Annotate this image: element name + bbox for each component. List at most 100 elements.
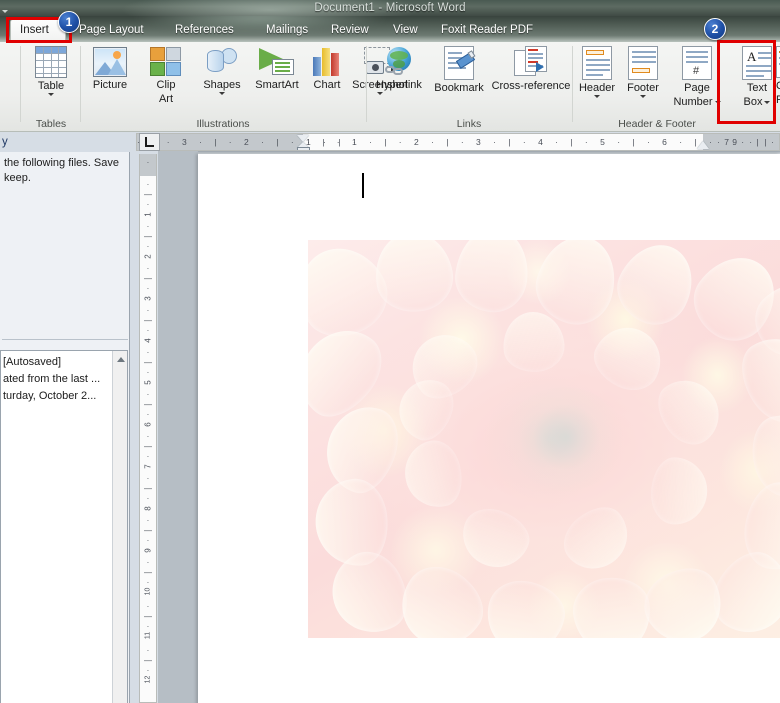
cross-reference-command[interactable]: Cross-reference: [490, 44, 572, 92]
v-ruler-3: 3: [143, 296, 153, 301]
v-ruler-8: 8: [143, 506, 153, 511]
text-box-label-2: Box: [734, 96, 780, 108]
ribbon-tab-strip: Insert Page Layout References Mailings R…: [0, 16, 780, 42]
hyperlink-label: Hyperlink: [376, 79, 422, 91]
text-box-word: Box: [743, 96, 763, 108]
picture-icon: [93, 47, 127, 77]
chevron-down-icon[interactable]: [640, 95, 646, 98]
page-number-word: Number: [673, 96, 713, 108]
quick-parts-command-cutoff[interactable]: Q P: [776, 44, 780, 106]
tab-mailings[interactable]: Mailings: [257, 18, 317, 42]
picture-command[interactable]: Picture: [82, 44, 138, 91]
header-icon: [582, 46, 612, 80]
tab-references[interactable]: References: [166, 18, 243, 42]
annotation-badge-2: 2: [704, 18, 726, 40]
v-ruler-5: 5: [143, 380, 153, 385]
tab-foxit-reader-pdf[interactable]: Foxit Reader PDF: [432, 18, 542, 42]
chevron-down-icon[interactable]: [594, 95, 600, 98]
pane-description: the following files. Save keep.: [4, 157, 119, 184]
list-item[interactable]: ated from the last ...: [3, 372, 100, 386]
ribbon-group-tables: Table Tables: [22, 42, 80, 132]
chevron-down-icon[interactable]: [219, 92, 225, 95]
header-command[interactable]: Header: [574, 44, 620, 98]
tab-page-layout[interactable]: Page Layout: [70, 18, 153, 42]
horizontal-ruler[interactable]: · | · 3 · | · 2 · | · 1 · | · · | · 1 · …: [136, 133, 780, 151]
bookmark-icon: [444, 46, 476, 80]
h-ruler-page-ticks: · | · 1 · | · 2 · | · 3 · | · 4 · | · 5 …: [307, 137, 780, 147]
window-title: Document1 - Microsoft Word: [314, 2, 466, 14]
clip-art-label-1: Clip: [156, 79, 176, 91]
quick-parts-label-2: P: [776, 94, 780, 106]
first-line-indent-marker[interactable]: [297, 135, 309, 142]
text-box-label-1: Text: [746, 82, 768, 94]
word-application-window: Document1 - Microsoft Word Insert Page L…: [0, 0, 780, 703]
smartart-icon: [259, 47, 295, 77]
text-box-command[interactable]: A Text Box: [734, 44, 780, 108]
page-number-label-1: Page: [684, 82, 710, 94]
text-box-icon: A: [742, 46, 772, 80]
group-divider: [20, 46, 21, 122]
text-cursor: [362, 173, 364, 198]
right-indent-marker[interactable]: [697, 141, 709, 149]
v-ruler-2: 2: [143, 254, 153, 259]
title-bar: Document1 - Microsoft Word: [0, 0, 780, 16]
clip-art-command[interactable]: Clip Art: [138, 44, 194, 105]
globe-link-icon: [383, 47, 415, 77]
document-canvas[interactable]: [158, 151, 780, 703]
recovered-files-list[interactable]: [Autosaved] ated from the last ... turda…: [0, 350, 128, 703]
cross-reference-icon: [514, 46, 548, 78]
group-label-header-footer: Header & Footer: [618, 118, 696, 130]
chart-command[interactable]: Chart: [306, 44, 348, 91]
list-item[interactable]: [Autosaved]: [3, 355, 61, 369]
flower-center: [502, 387, 626, 491]
tab-stop-selector-button[interactable]: [139, 133, 160, 151]
ribbon-group-links: Hyperlink Bookmark Cross-reference Links: [368, 42, 570, 132]
shapes-command[interactable]: Shapes: [194, 44, 250, 95]
bookmark-label: Bookmark: [434, 82, 484, 94]
v-ruler-7: 7: [143, 464, 153, 469]
left-tab-icon: [145, 137, 154, 147]
list-item[interactable]: turday, October 2...: [3, 389, 96, 403]
cross-reference-label: Cross-reference: [491, 80, 571, 92]
ribbon-group-header-footer: Header Footer # Page Number A Text Box P…: [574, 42, 780, 132]
group-divider: [80, 46, 81, 122]
document-page[interactable]: [198, 154, 780, 703]
bookmark-command[interactable]: Bookmark: [428, 44, 490, 94]
footer-command[interactable]: Footer: [620, 44, 666, 98]
group-label-tables: Tables: [35, 118, 67, 130]
tab-view[interactable]: View: [384, 18, 427, 42]
annotation-badge-1: 1: [58, 11, 80, 33]
quick-parts-label-1: Q: [776, 80, 780, 92]
smartart-label: SmartArt: [255, 79, 299, 91]
group-label-illustrations: Illustrations: [196, 118, 250, 130]
smartart-command[interactable]: SmartArt: [248, 44, 306, 91]
inserted-flower-image[interactable]: [308, 240, 780, 638]
chart-label: Chart: [313, 79, 341, 91]
chevron-down-icon[interactable]: [714, 100, 721, 104]
pane-divider: [2, 339, 128, 340]
header-label: Header: [578, 82, 616, 94]
document-recovery-pane: y the following files. Save keep. [Autos…: [0, 132, 130, 703]
page-number-icon: #: [682, 46, 712, 80]
v-ruler-1: 1: [143, 212, 153, 217]
v-ruler-10: 10: [144, 587, 152, 596]
chart-icon: [311, 47, 343, 77]
table-command[interactable]: Table: [23, 44, 79, 96]
clip-art-label-2: Art: [158, 93, 174, 105]
chevron-down-icon[interactable]: [764, 100, 771, 104]
group-label-links: Links: [456, 118, 482, 130]
h-ruler-right-margin-ticks: · 9 · |: [717, 137, 772, 147]
chevron-down-icon[interactable]: [48, 93, 54, 96]
page-number-command[interactable]: # Page Number: [666, 44, 728, 108]
table-icon: [35, 46, 67, 78]
list-scrollbar[interactable]: [112, 351, 127, 703]
vertical-ruler[interactable]: · · — · 1 · — · 2 · — · 3 · — · 4 · — · …: [139, 154, 157, 703]
scroll-up-button[interactable]: [113, 351, 127, 367]
h-ruler-left-margin-ticks: · | · 3 · | · 2 · | · 1 · | ·: [137, 137, 361, 147]
group-divider: [572, 46, 573, 122]
tab-review[interactable]: Review: [322, 18, 378, 42]
v-ruler-11: 11: [144, 631, 152, 640]
shapes-label: Shapes: [203, 79, 241, 91]
hyperlink-command[interactable]: Hyperlink: [370, 44, 428, 91]
footer-label: Footer: [627, 82, 659, 94]
